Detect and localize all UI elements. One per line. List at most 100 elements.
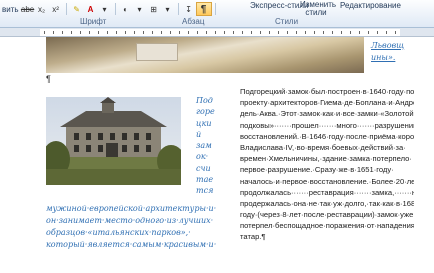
ruler-tick [197,31,198,34]
ruler-tick [341,31,342,34]
ruler-tick [188,31,189,34]
left-text-line-1: мужиной·европейской·архитектуры·и· [46,204,217,213]
vertical-text-line: ок· [196,152,209,162]
superscript-button[interactable]: x² [50,3,62,15]
paragraph-line: году·(через·8·лет·после·реставрации)·зам… [240,210,414,220]
ruler-tick [98,31,99,34]
castle-history-paragraph: Подгорецкий·замок·был·построен·в·1640·го… [240,86,414,243]
ruler-tick [125,31,126,34]
left-text-line-4: который·является·самым·красивым·и· [46,240,217,249]
vertical-text-line: горе [196,107,215,117]
show-formatting-button[interactable]: ¶ [195,2,212,16]
document-page[interactable]: ¶ Львовщ ины». Под горе цки й зам ок· счи тае тс… [0,37,434,273]
ruler-tick [206,31,207,34]
borders-dropdown-icon[interactable]: ▾ [162,3,174,15]
change-styles-button[interactable]: Изменить стили [298,1,336,17]
vertical-text-line: зам [196,141,212,151]
ruler-tick [296,31,297,34]
paragraph-line: дель·Аква.·Этот·замок·как·и·все·замки·«З… [240,109,414,119]
highlight-icon[interactable]: ✎ [71,3,83,15]
ruler-tick [170,31,171,34]
strikethrough-button[interactable]: abe [21,3,34,15]
ruler-tick [161,31,162,34]
shading-dropdown-icon[interactable]: ▾ [134,3,146,15]
ruler-tick [80,31,81,34]
paragraph-line: началось·и·первое·восстановление.·Более·… [240,176,414,186]
ruler-tick [179,31,180,34]
ruler-tick [377,31,378,34]
paragraph-line: подковы»·······прошел·······много·······… [240,120,414,130]
ruler-tick [71,31,72,34]
ruler-tick [314,31,315,34]
paragraph-line: времен·Хмельничины,·здание·замка·потерпе… [240,154,412,164]
horizontal-ruler[interactable] [0,28,434,37]
ruler-tick [152,31,153,34]
ruler-tick [233,31,234,34]
sort-icon[interactable]: ↧ [183,3,195,15]
link-line-1[interactable]: Львовщ [371,40,404,52]
ruler-tick [305,31,306,34]
ruler-tick [44,31,45,34]
top-right-hyperlink[interactable]: Львовщ ины». [371,40,404,64]
paragraph-line: Владислава·IV,·во·время·боевых·действий·… [240,142,406,152]
vertical-text-line: счи [196,163,211,173]
ruler-tick [107,31,108,34]
ruler-tick [269,31,270,34]
ribbon-separator [177,3,179,15]
ribbon: вить abe x₂ x² ✎ A ▾ ◐ ▾ ⊞ ▾ ↧ ¶ Экспрес… [0,0,434,28]
paragraph-line: татар.¶ [240,232,266,242]
link-line-2[interactable]: ины». [371,52,404,64]
vertical-text-line: тся [196,186,214,196]
vertical-text-line: цки [196,118,212,128]
vertical-text-line: Под [196,96,213,105]
ruler-tick [350,31,351,34]
borders-icon[interactable]: ⊞ [148,3,160,15]
ruler-tick [224,31,225,34]
vertical-text-line: тае [196,175,214,185]
ruler-tick [143,31,144,34]
ruler-tick [242,31,243,34]
ruler-tick [359,31,360,34]
ruler-tick [386,31,387,34]
left-vertical-text: Под горе цки й зам ок· счи тае тся [196,95,216,197]
font-group-label: Шрифт [80,17,107,26]
paragraph-line: проекту·архитекторов·Гиема·де·Боплана·и·… [240,98,414,108]
ruler-tick [251,31,252,34]
font-color-button[interactable]: A [85,3,97,15]
ruler-tick [62,31,63,34]
ruler-tick [323,31,324,34]
ruler-tick [332,31,333,34]
left-text-line-3: образцов·«итальянских·парков»,· [46,228,191,237]
paragraph-line: потерпел·беспощадное·поражения·от·нападе… [240,221,414,231]
subscript-button[interactable]: x₂ [36,3,48,15]
ruler-tick [53,31,54,34]
ruler-tick [368,31,369,34]
ruler-tick [260,31,261,34]
paragraph-mark: ¶ [46,74,51,84]
top-photo [46,37,364,73]
ribbon-separator [114,3,116,15]
paste-fragment[interactable]: вить [0,5,21,14]
ruler-tick [89,31,90,34]
paragraph-line: первое·разрушение.·Сразу·же·в·1651·году· [240,165,394,175]
ruler-tick [116,31,117,34]
ribbon-font-row: вить abe x₂ x² ✎ A ▾ ◐ ▾ ⊞ ▾ ↧ ¶ [0,2,219,16]
ruler-tick [215,31,216,34]
ruler-text-area [40,29,400,36]
ribbon-separator [214,3,216,15]
editing-button[interactable]: Редактирование [338,1,403,10]
ruler-tick [278,31,279,34]
font-color-dropdown-icon[interactable]: ▾ [99,3,111,15]
shading-icon[interactable]: ◐ [120,3,132,15]
ruler-tick [134,31,135,34]
paragraph-line: продержалась·она·не·так·уж·долго,·так·ка… [240,198,414,208]
paragraph-line: Подгорецкий·замок·был·построен·в·1640·го… [240,87,414,96]
castle-photo [46,97,181,185]
left-text-line-2: он·занимает·место·одного·из·лучших· [46,216,214,225]
paragraph-line: продолжалась·······реставрация·······зам… [240,187,414,197]
ruler-tick [287,31,288,34]
ruler-tick [395,31,396,34]
paragraph-line: восстановлений.·В·1646·году·после·приёма… [240,131,414,141]
vertical-text-line: й [196,129,202,139]
paragraph-group-label: Абзац [182,17,205,26]
